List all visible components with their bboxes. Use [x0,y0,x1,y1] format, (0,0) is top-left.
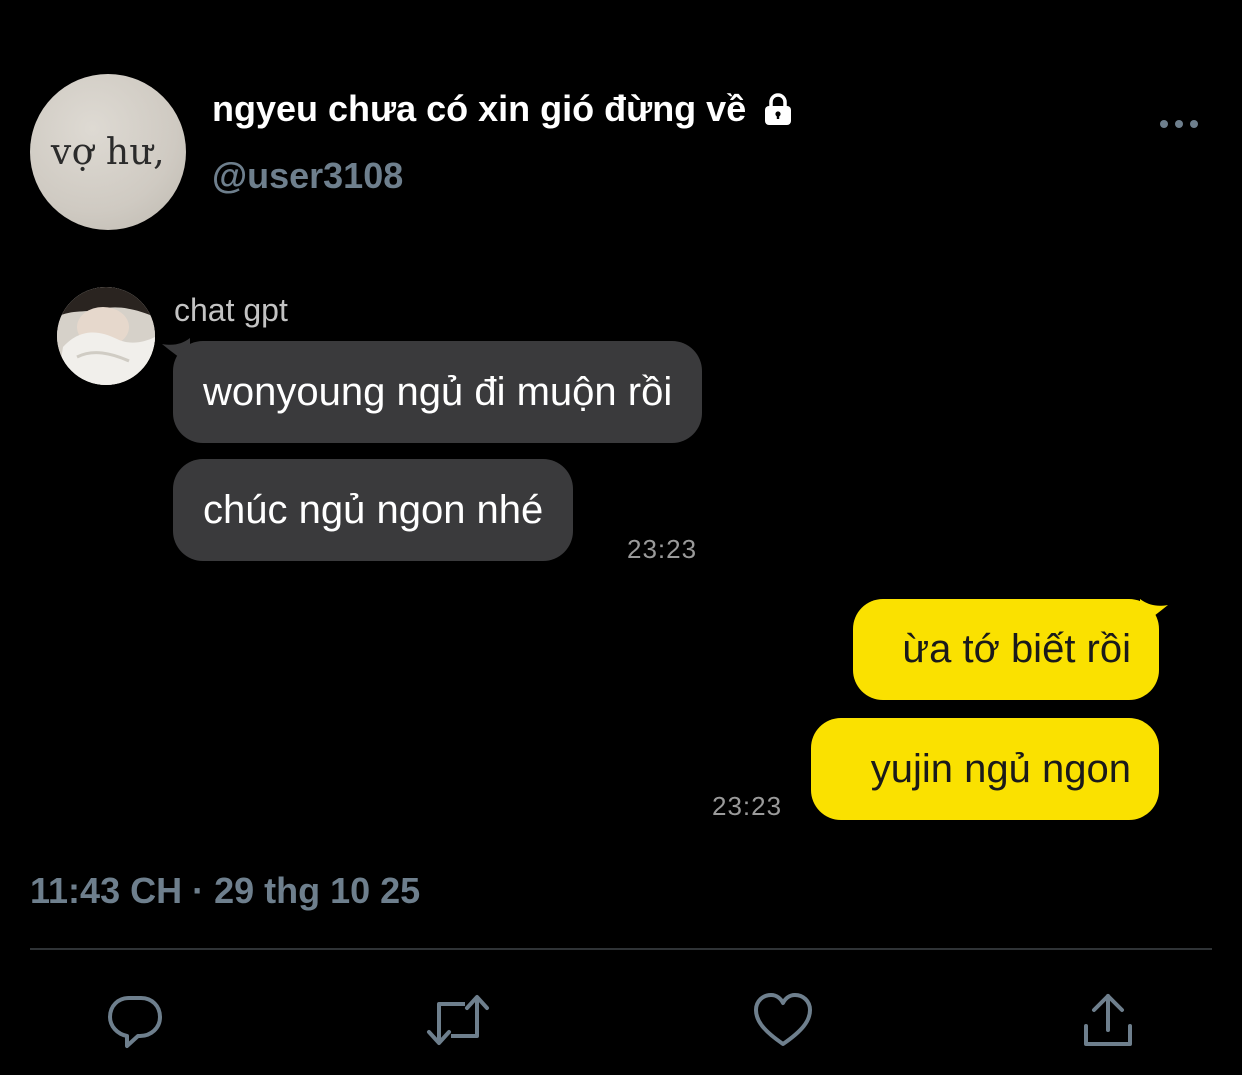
reply-button[interactable] [103,990,167,1054]
incoming-message-text: wonyoung ngủ đi muộn rồi [203,369,673,414]
reply-icon [105,990,165,1055]
retweet-icon [425,990,491,1055]
like-button[interactable] [751,990,815,1054]
chat-sender-name: chat gpt [174,292,288,328]
display-name[interactable]: ngyeu chưa có xin gió đừng về [212,88,796,130]
incoming-message-text: chúc ngủ ngon nhé [203,487,544,532]
outgoing-message-bubble: yujin ngủ ngon [811,718,1159,820]
more-options-button[interactable] [1150,108,1208,142]
retweet-button[interactable] [426,990,490,1054]
incoming-message-bubble: chúc ngủ ngon nhé [173,459,574,561]
profile-avatar[interactable]: vợ hư, [30,74,186,230]
more-horizontal-icon [1159,116,1199,134]
incoming-message-time: 23:23 [627,534,698,564]
display-name-text[interactable]: ngyeu chưa có xin gió đừng về [212,88,746,130]
lock-icon [760,91,796,127]
outgoing-message-text: yujin ngủ ngon [870,746,1131,791]
share-button[interactable] [1076,990,1140,1054]
divider [30,948,1212,950]
profile-avatar-text: vợ hư, [50,131,166,173]
heart-icon [752,991,814,1054]
share-icon [1080,990,1136,1055]
chat-sender-avatar [57,287,155,385]
outgoing-message-time: 23:23 [712,791,783,821]
user-handle[interactable]: @user3108 [212,155,403,197]
outgoing-message-bubble: ừa tớ biết rồi [853,599,1159,700]
outgoing-message-text: ừa tớ biết rồi [902,627,1131,671]
incoming-message-bubble: wonyoung ngủ đi muộn rồi [173,341,703,443]
tweet-timestamp[interactable]: 11:43 CH · 29 thg 10 25 [30,870,420,912]
